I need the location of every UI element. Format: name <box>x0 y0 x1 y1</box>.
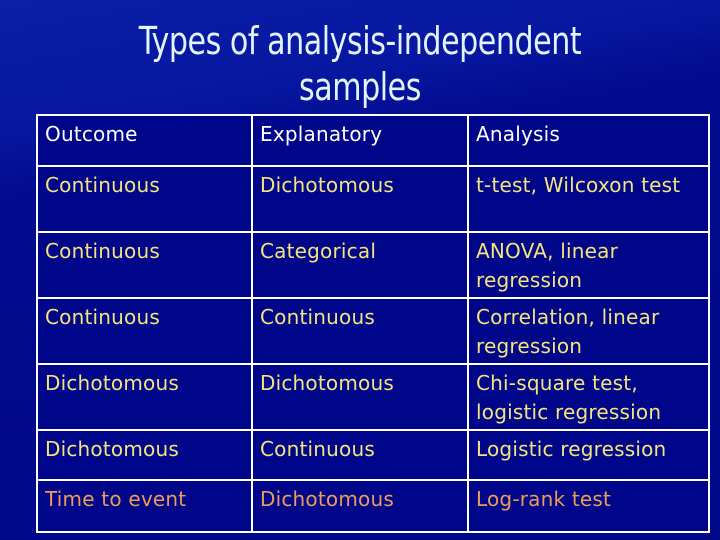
cell-outcome: Continuous <box>36 231 253 299</box>
cell-analysis: t-test, Wilcoxon test <box>467 165 710 233</box>
cell-explanatory: Dichotomous <box>251 165 469 233</box>
cell-analysis: Log-rank test <box>467 479 710 533</box>
table-row: Time to event Dichotomous Log-rank test <box>36 479 710 533</box>
slide-title-line-1: Types of analysis-independent <box>138 19 582 63</box>
cell-outcome: Time to event <box>36 479 253 533</box>
cell-explanatory: Dichotomous <box>251 363 469 431</box>
table-row: Continuous Continuous Correlation, linea… <box>36 297 710 365</box>
cell-outcome: Continuous <box>36 165 253 233</box>
cell-outcome: Continuous <box>36 297 253 365</box>
table-row: Continuous Dichotomous t-test, Wilcoxon … <box>36 165 710 233</box>
cell-explanatory: Continuous <box>251 297 469 365</box>
cell-explanatory: Dichotomous <box>251 479 469 533</box>
cell-explanatory: Continuous <box>251 429 469 481</box>
header-explanatory: Explanatory <box>251 114 469 167</box>
cell-analysis: Correlation, linear regression <box>467 297 710 365</box>
table-header-row: Outcome Explanatory Analysis <box>36 114 710 167</box>
cell-outcome: Dichotomous <box>36 429 253 481</box>
header-outcome: Outcome <box>36 114 253 167</box>
cell-analysis: Logistic regression <box>467 429 710 481</box>
cell-analysis: ANOVA, linear regression <box>467 231 710 299</box>
analysis-types-table: Outcome Explanatory Analysis Continuous … <box>36 114 710 533</box>
cell-outcome: Dichotomous <box>36 363 253 431</box>
table-row: Dichotomous Dichotomous Chi-square test,… <box>36 363 710 431</box>
cell-analysis: Chi-square test, logistic regression <box>467 363 710 431</box>
header-analysis: Analysis <box>467 114 710 167</box>
cell-explanatory: Categorical <box>251 231 469 299</box>
slide-title: Types of analysis-independent samples <box>43 18 677 110</box>
table-row: Dichotomous Continuous Logistic regressi… <box>36 429 710 481</box>
slide-title-line-2: samples <box>298 65 421 109</box>
table-row: Continuous Categorical ANOVA, linear reg… <box>36 231 710 299</box>
